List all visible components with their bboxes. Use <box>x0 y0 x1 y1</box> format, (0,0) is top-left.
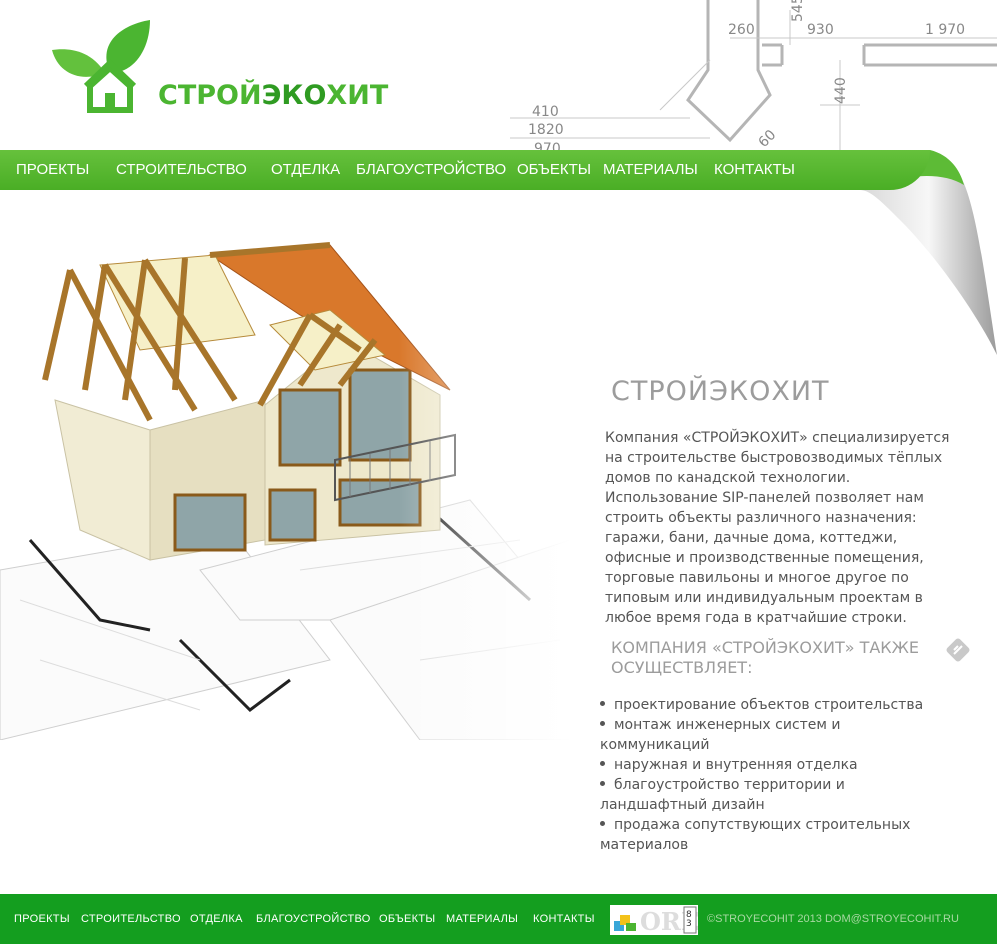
nav-item-contacts[interactable]: КОНТАКТЫ <box>714 161 795 178</box>
list-item: монтаж инженерных систем и коммуникаций <box>600 717 841 753</box>
main-nav: ПРОЕКТЫ СТРОИТЕЛЬСТВО ОТДЕЛКА БЛАГОУСТРО… <box>0 150 930 190</box>
footer-link-finishing[interactable]: ОТДЕЛКА <box>190 913 243 925</box>
bullet-icon <box>600 760 605 766</box>
footer-link-projects[interactable]: ПРОЕКТЫ <box>14 913 70 925</box>
footer-link-construction[interactable]: СТРОИТЕЛЬСТВО <box>81 913 181 925</box>
list-item: продажа сопутствующих строительных матер… <box>600 817 911 853</box>
nav-item-finishing[interactable]: ОТДЕЛКА <box>271 161 340 178</box>
page: 260 545 930 1 970 440 410 1820 970 60 СТ… <box>0 0 997 944</box>
bullet-icon <box>600 720 605 726</box>
services-list: проектирование объектов строительства мо… <box>600 695 950 855</box>
nav-item-landscaping[interactable]: БЛАГОУСТРОЙСТВО <box>356 161 506 178</box>
bullet-icon <box>600 820 605 826</box>
nav-item-projects[interactable]: ПРОЕКТЫ <box>16 161 89 178</box>
blueprint-label: 930 <box>807 22 834 38</box>
developer-logo-icon[interactable]: ORE 83 <box>610 905 699 936</box>
blueprint-label: 1 970 <box>925 22 965 38</box>
bullet-icon <box>600 700 605 706</box>
site-logo[interactable]: СТРОЙЭКОХИТ <box>50 18 395 118</box>
footer-link-objects[interactable]: ОБЪЕКТЫ <box>379 913 435 925</box>
footer-link-materials[interactable]: МАТЕРИАЛЫ <box>446 913 518 925</box>
services-heading: КОМПАНИЯ «СТРОЙЭКОХИТ» ТАКЖЕ ОСУЩЕСТВЛЯЕ… <box>611 638 920 677</box>
blueprint-label: 60 <box>756 127 780 151</box>
leaf-house-logo-icon <box>52 20 150 113</box>
intro-text: Компания «СТРОЙЭКОХИТ» специализируется … <box>605 430 950 626</box>
blueprint-label: 1820 <box>528 122 564 138</box>
pencil-icon <box>946 638 970 662</box>
copyright: ©STROYECOHIT 2013 DOM@STROYECOHIT.RU <box>707 913 959 925</box>
list-item: благоустройство территории и ландшафтный… <box>600 777 845 813</box>
nav-item-construction[interactable]: СТРОИТЕЛЬСТВО <box>116 161 247 178</box>
list-item: наружная и внутренняя отделка <box>600 755 950 775</box>
house-illustration <box>0 240 570 740</box>
logo-text: СТРОЙЭКОХИТ <box>158 80 389 111</box>
developer-badge-text: 83 <box>686 910 692 929</box>
nav-item-objects[interactable]: ОБЪЕКТЫ <box>517 161 591 178</box>
blueprint-label: 410 <box>532 104 559 120</box>
blueprint-label: 440 <box>833 77 849 104</box>
blueprint-decoration: 260 545 930 1 970 440 410 1820 970 60 <box>510 0 997 157</box>
list-item: проектирование объектов строительства <box>600 695 950 715</box>
page-title: СТРОЙЭКОХИТ <box>611 376 830 407</box>
bullet-icon <box>600 780 605 786</box>
nav-item-materials[interactable]: МАТЕРИАЛЫ <box>603 161 698 178</box>
footer-link-landscaping[interactable]: БЛАГОУСТРОЙСТВО <box>256 913 371 925</box>
blueprint-label: 260 <box>728 22 755 38</box>
blueprint-label: 545 <box>790 0 806 22</box>
footer-link-contacts[interactable]: КОНТАКТЫ <box>533 913 595 925</box>
